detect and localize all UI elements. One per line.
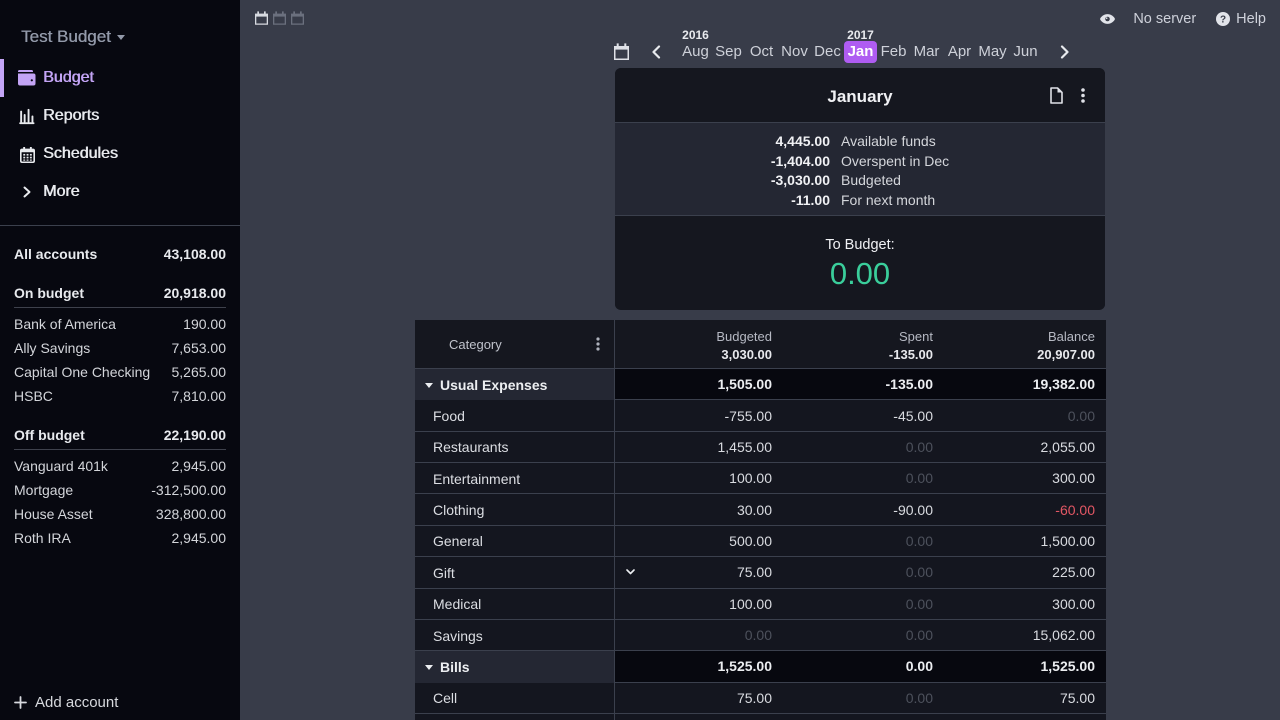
svg-text:?: ? bbox=[1220, 14, 1226, 25]
